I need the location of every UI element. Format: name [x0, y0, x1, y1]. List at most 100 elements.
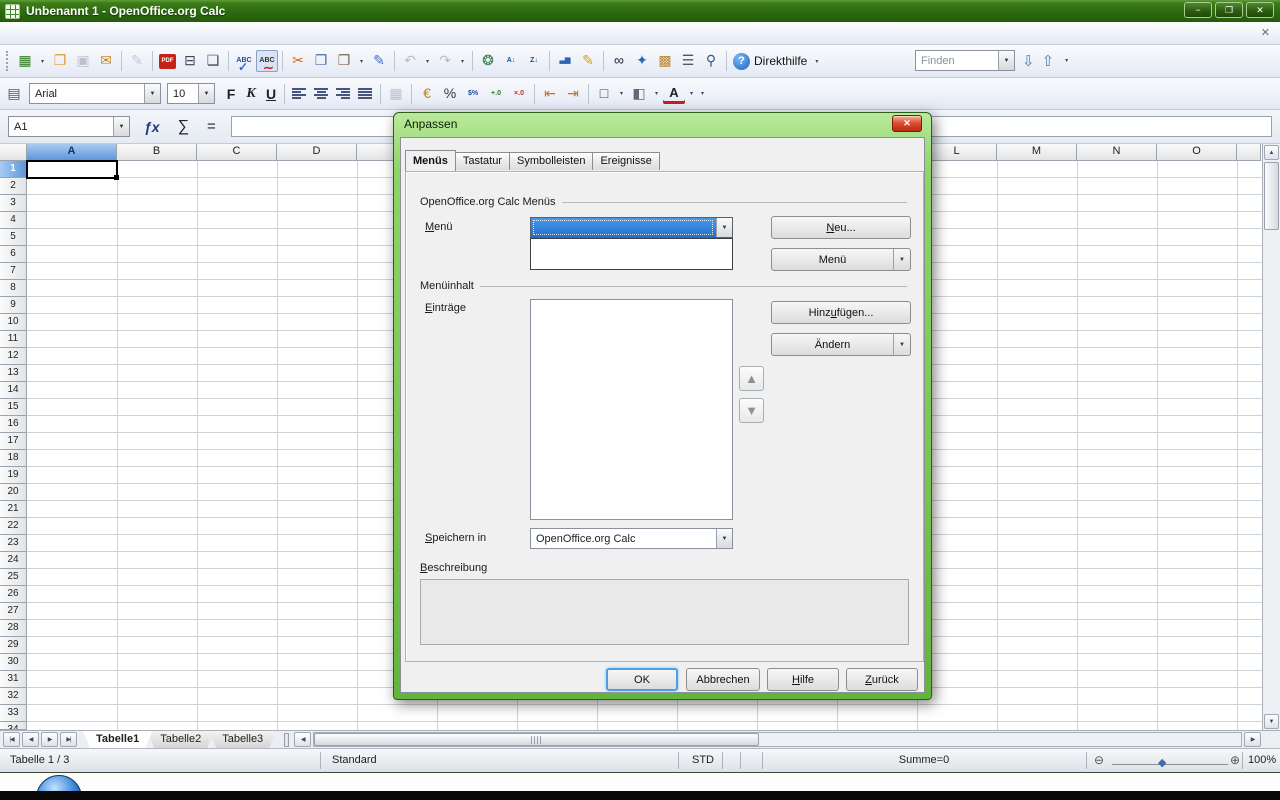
new-document-dropdown-icon[interactable]: ▾	[37, 58, 48, 65]
bold-button[interactable]: F	[221, 84, 241, 104]
sort-ascending-icon[interactable]: A↓	[500, 50, 522, 72]
tab-tastatur[interactable]: Tastatur	[455, 152, 510, 170]
menu-combobox-dropdown-icon[interactable]: ▼	[716, 218, 732, 237]
row-header-30[interactable]: 30	[0, 654, 27, 671]
zoom-in-icon[interactable]: ⊕	[1230, 753, 1240, 767]
row-header-2[interactable]: 2	[0, 178, 27, 195]
zoom-icon[interactable]: ⚲	[700, 50, 722, 72]
paste-dropdown-icon[interactable]: ▾	[356, 58, 367, 65]
tab-symbolleisten[interactable]: Symbolleisten	[509, 152, 593, 170]
row-header-7[interactable]: 7	[0, 263, 27, 280]
sort-descending-icon[interactable]: Z↓	[523, 50, 545, 72]
scroll-right-icon[interactable]: ▶	[1244, 732, 1261, 747]
format-paintbrush-icon[interactable]: ✎	[368, 50, 390, 72]
row-header-13[interactable]: 13	[0, 365, 27, 382]
zoom-out-icon[interactable]: ⊖	[1094, 753, 1104, 767]
row-header-33[interactable]: 33	[0, 705, 27, 722]
find-previous-icon[interactable]: ⇧	[1042, 52, 1055, 70]
percent-icon[interactable]: %	[439, 83, 461, 105]
row-header-12[interactable]: 12	[0, 348, 27, 365]
increase-indent-icon[interactable]: ⇥	[562, 83, 584, 105]
column-header-n[interactable]: N	[1077, 144, 1157, 161]
hyperlink-icon[interactable]: ❂	[477, 50, 499, 72]
name-box-dropdown-icon[interactable]: ▼	[113, 117, 129, 136]
next-sheet-icon[interactable]: ▶	[41, 732, 58, 747]
paste-icon[interactable]: ❒	[333, 50, 355, 72]
fill-handle[interactable]	[114, 175, 119, 180]
sheet-tab-tabelle3[interactable]: Tabelle3	[209, 731, 276, 748]
select-all-corner[interactable]	[0, 144, 27, 161]
column-header-a[interactable]: A	[27, 144, 117, 161]
insert-chart-icon[interactable]: ▃▆	[554, 50, 576, 72]
name-box[interactable]: A1 ▼	[8, 116, 130, 137]
horizontal-scrollbar[interactable]	[313, 732, 1242, 747]
borders-dropdown-icon[interactable]: ▾	[616, 90, 627, 97]
last-sheet-icon[interactable]: ▶|	[60, 732, 77, 747]
row-header-1[interactable]: 1	[0, 161, 27, 178]
zoom-level[interactable]: 100%	[1248, 754, 1276, 766]
email-icon[interactable]: ✉	[95, 50, 117, 72]
menu-button-dropdown-icon[interactable]: ▼	[893, 249, 910, 270]
row-header-31[interactable]: 31	[0, 671, 27, 688]
currency-icon[interactable]: €	[416, 83, 438, 105]
underline-button[interactable]: U	[261, 84, 281, 104]
new-document-icon[interactable]: ▦	[14, 50, 36, 72]
close-document-icon[interactable]: ✕	[1261, 26, 1270, 39]
menu-button[interactable]: Menü ▼	[771, 248, 911, 271]
row-header-34[interactable]: 34	[0, 722, 27, 730]
dialog-close-button[interactable]: ✕	[892, 115, 922, 132]
gallery-icon[interactable]: ▩	[654, 50, 676, 72]
scroll-up-icon[interactable]: ▲	[1264, 145, 1279, 160]
row-header-22[interactable]: 22	[0, 518, 27, 535]
spelling-icon[interactable]: ABC	[233, 50, 255, 72]
tab-ereignisse[interactable]: Ereignisse	[592, 152, 659, 170]
move-down-button[interactable]: ▼	[739, 398, 764, 423]
toolbar-grip[interactable]	[6, 51, 11, 71]
formula-icon[interactable]: =	[207, 118, 216, 135]
column-header-b[interactable]: B	[117, 144, 197, 161]
aendern-button-dropdown-icon[interactable]: ▼	[893, 334, 910, 355]
font-name-combobox[interactable]: Arial ▼	[29, 83, 161, 104]
italic-button[interactable]: K	[241, 84, 261, 104]
row-header-20[interactable]: 20	[0, 484, 27, 501]
row-header-10[interactable]: 10	[0, 314, 27, 331]
entries-listbox[interactable]	[530, 299, 733, 520]
zoom-slider-track[interactable]	[1112, 764, 1228, 765]
font-color-dropdown-icon[interactable]: ▾	[686, 90, 697, 97]
sum-display[interactable]: Summe=0	[762, 754, 1086, 766]
font-size-combobox[interactable]: 10 ▼	[167, 83, 215, 104]
font-name-dropdown-icon[interactable]: ▼	[144, 84, 160, 103]
scroll-down-icon[interactable]: ▼	[1264, 714, 1279, 729]
column-header-o[interactable]: O	[1157, 144, 1237, 161]
speichern-in-combobox[interactable]: OpenOffice.org Calc ▼	[530, 528, 733, 549]
sheet-tab-tabelle2[interactable]: Tabelle2	[147, 731, 214, 748]
restore-button[interactable]: ❐	[1215, 2, 1243, 18]
row-header-29[interactable]: 29	[0, 637, 27, 654]
font-color-icon[interactable]: A	[663, 84, 685, 104]
row-header-24[interactable]: 24	[0, 552, 27, 569]
format-standard-icon[interactable]: $%	[462, 83, 484, 105]
decrease-indent-icon[interactable]: ⇤	[539, 83, 561, 105]
borders-icon[interactable]: □	[593, 83, 615, 105]
background-color-dropdown-icon[interactable]: ▾	[651, 90, 662, 97]
formatting-toolbar-overflow-icon[interactable]: ▾	[697, 90, 708, 97]
find-next-icon[interactable]: ⇩	[1022, 52, 1035, 70]
row-header-32[interactable]: 32	[0, 688, 27, 705]
abbrechen-button[interactable]: Abbrechen	[686, 668, 760, 691]
font-size-dropdown-icon[interactable]: ▼	[198, 84, 214, 103]
zoom-slider-thumb[interactable]: ◆	[1158, 756, 1166, 769]
move-up-button[interactable]: ▲	[739, 366, 764, 391]
cut-icon[interactable]: ✂	[287, 50, 309, 72]
row-header-27[interactable]: 27	[0, 603, 27, 620]
row-header-26[interactable]: 26	[0, 586, 27, 603]
undo-dropdown-icon[interactable]: ▾	[422, 58, 433, 65]
delete-decimal-icon[interactable]: ×.0	[508, 83, 530, 105]
add-decimal-icon[interactable]: +.0	[485, 83, 507, 105]
zurueck-button[interactable]: Zurück	[846, 668, 918, 691]
open-folder-icon[interactable]: ❐	[49, 50, 71, 72]
row-header-5[interactable]: 5	[0, 229, 27, 246]
row-header-25[interactable]: 25	[0, 569, 27, 586]
horizontal-scrollbar-thumb[interactable]	[314, 733, 759, 746]
menu-combobox[interactable]: ▼	[530, 217, 733, 238]
vertical-scrollbar-thumb[interactable]	[1264, 162, 1279, 230]
